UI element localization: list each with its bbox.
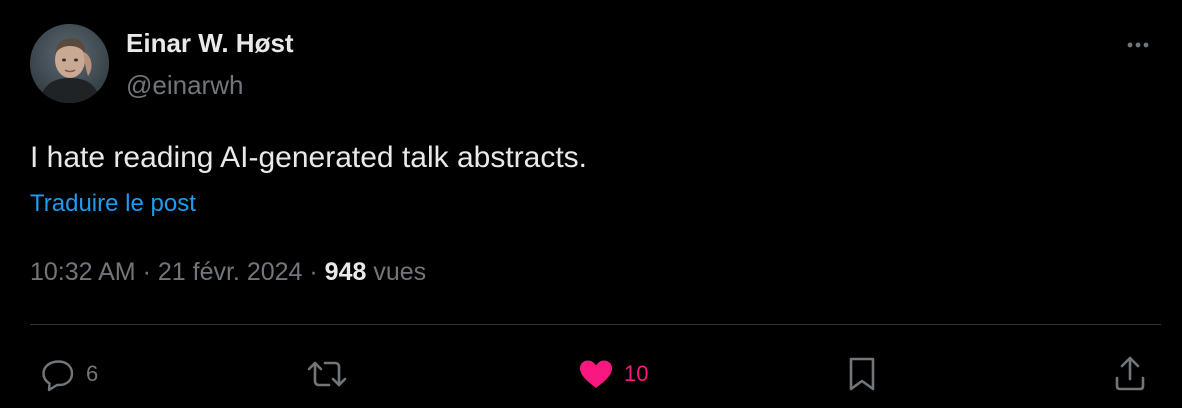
post-meta: 10:32 AM · 21 févr. 2024 · 948 vues (30, 258, 426, 287)
avatar[interactable] (30, 24, 109, 103)
post: Einar W. Høst @einarwh I hate reading AI… (0, 0, 1182, 408)
speech-bubble-icon (38, 354, 78, 394)
meta-separator: · (142, 258, 151, 286)
translate-post-link[interactable]: Traduire le post (30, 190, 196, 218)
more-horizontal-icon (1120, 30, 1156, 60)
like-button[interactable]: 10 (576, 354, 648, 394)
repost-arrows-icon (304, 354, 350, 394)
repost-button[interactable] (304, 354, 358, 394)
reply-button[interactable]: 6 (38, 354, 98, 394)
reply-count: 6 (86, 361, 99, 386)
author-handle[interactable]: @einarwh (126, 70, 243, 101)
meta-separator: · (309, 258, 318, 286)
views-label: vues (373, 258, 427, 286)
like-count: 10 (624, 361, 649, 386)
post-text: I hate reading AI-generated talk abstrac… (30, 141, 588, 174)
bookmark-button[interactable] (844, 354, 880, 394)
bookmark-icon (844, 354, 880, 394)
share-button[interactable] (1112, 354, 1148, 394)
share-upload-icon (1112, 354, 1148, 394)
more-options-button[interactable] (1120, 30, 1156, 60)
post-date[interactable]: 21 févr. 2024 (158, 258, 303, 286)
views-count: 948 (324, 258, 367, 286)
divider (30, 324, 1161, 325)
heart-filled-icon (576, 354, 616, 394)
post-time[interactable]: 10:32 AM (30, 258, 136, 286)
author-display-name[interactable]: Einar W. Høst (126, 28, 294, 59)
